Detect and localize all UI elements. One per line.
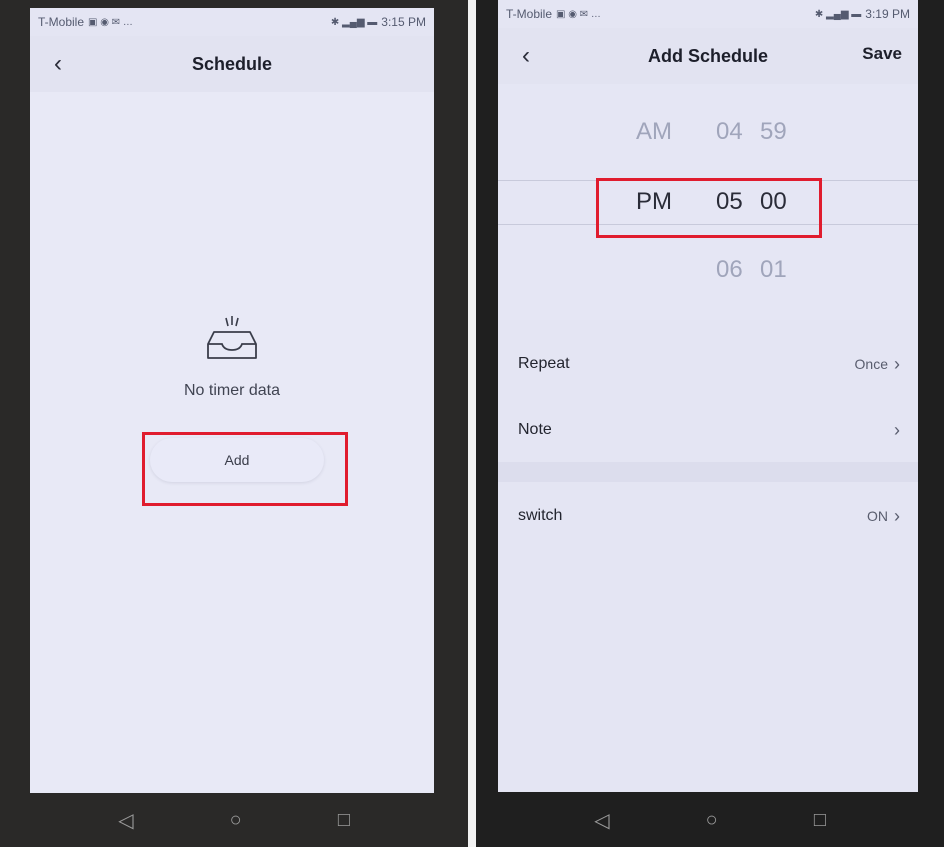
home-circle-icon[interactable]: ○ [706, 809, 718, 832]
carrier-label: T-Mobile [506, 7, 553, 21]
image-divider [468, 0, 476, 847]
back-button[interactable]: ‹ [44, 50, 72, 78]
hour-option[interactable]: 06 [716, 256, 743, 284]
android-nav-bar: ◁ ○ □ [0, 793, 468, 847]
back-triangle-icon[interactable]: ◁ [118, 808, 133, 833]
phone-right: T-Mobile ▣ ◉ ✉ … ✱ ▂▄▆ ▬ 3:19 PM ‹ Add S… [476, 0, 944, 847]
repeat-row[interactable]: Repeat Once › [498, 336, 918, 392]
carrier-label: T-Mobile [38, 15, 85, 29]
signal-icons: ✱ ▂▄▆ ▬ [814, 8, 862, 20]
notification-icons: ▣ ◉ ✉ … [88, 16, 133, 28]
page-title: Schedule [191, 53, 273, 74]
picker-row-above[interactable]: AM 04 59 [498, 112, 918, 152]
highlight-box [142, 432, 348, 506]
empty-message: No timer data [183, 382, 281, 399]
recents-square-icon[interactable]: □ [338, 809, 350, 832]
hour-option[interactable]: 04 [716, 118, 743, 146]
highlight-box [596, 178, 822, 238]
signal-icons: ✱ ▂▄▆ ▬ [330, 16, 378, 28]
chevron-right-icon: › [894, 419, 900, 440]
notification-icons: ▣ ◉ ✉ … [556, 8, 601, 20]
nav-bar: ‹ Add Schedule Save [498, 28, 918, 84]
empty-state: No timer data Add [30, 92, 434, 793]
home-circle-icon[interactable]: ○ [230, 809, 242, 832]
minute-option[interactable]: 59 [760, 118, 787, 146]
repeat-label: Repeat [518, 355, 570, 372]
schedule-screen: T-Mobile ▣ ◉ ✉ … ✱ ▂▄▆ ▬ 3:15 PM ‹ Sched… [30, 8, 434, 793]
repeat-value: Once [854, 356, 888, 372]
recents-square-icon[interactable]: □ [814, 809, 826, 832]
empty-inbox-icon [207, 316, 257, 359]
back-button[interactable]: ‹ [512, 42, 540, 70]
phone-left: T-Mobile ▣ ◉ ✉ … ✱ ▂▄▆ ▬ 3:15 PM ‹ Sched… [0, 0, 468, 847]
chevron-left-icon: ‹ [54, 50, 62, 77]
minute-option[interactable]: 01 [760, 256, 787, 284]
nav-bar: ‹ Schedule [30, 36, 434, 92]
chevron-right-icon: › [894, 505, 900, 526]
note-label: Note [518, 421, 552, 438]
switch-label: switch [518, 507, 563, 524]
add-schedule-screen: T-Mobile ▣ ◉ ✉ … ✱ ▂▄▆ ▬ 3:19 PM ‹ Add S… [498, 0, 918, 792]
status-bar: T-Mobile ▣ ◉ ✉ … ✱ ▂▄▆ ▬ 3:15 PM [30, 8, 434, 36]
status-time: 3:15 PM [381, 15, 426, 29]
picker-row-below[interactable]: 06 01 [498, 250, 918, 290]
chevron-left-icon: ‹ [522, 42, 530, 69]
status-bar: T-Mobile ▣ ◉ ✉ … ✱ ▂▄▆ ▬ 3:19 PM [498, 0, 918, 28]
page-title: Add Schedule [647, 45, 768, 66]
back-triangle-icon[interactable]: ◁ [594, 808, 609, 833]
note-row[interactable]: Note › [498, 402, 918, 458]
status-time: 3:19 PM [865, 7, 910, 21]
switch-row[interactable]: switch ON › [498, 488, 918, 544]
section-divider [498, 462, 918, 482]
android-nav-bar: ◁ ○ □ [476, 793, 944, 847]
switch-value: ON [867, 508, 888, 524]
save-button[interactable]: Save [862, 44, 902, 64]
chevron-right-icon: › [894, 353, 900, 374]
ampm-option[interactable]: AM [636, 118, 672, 146]
